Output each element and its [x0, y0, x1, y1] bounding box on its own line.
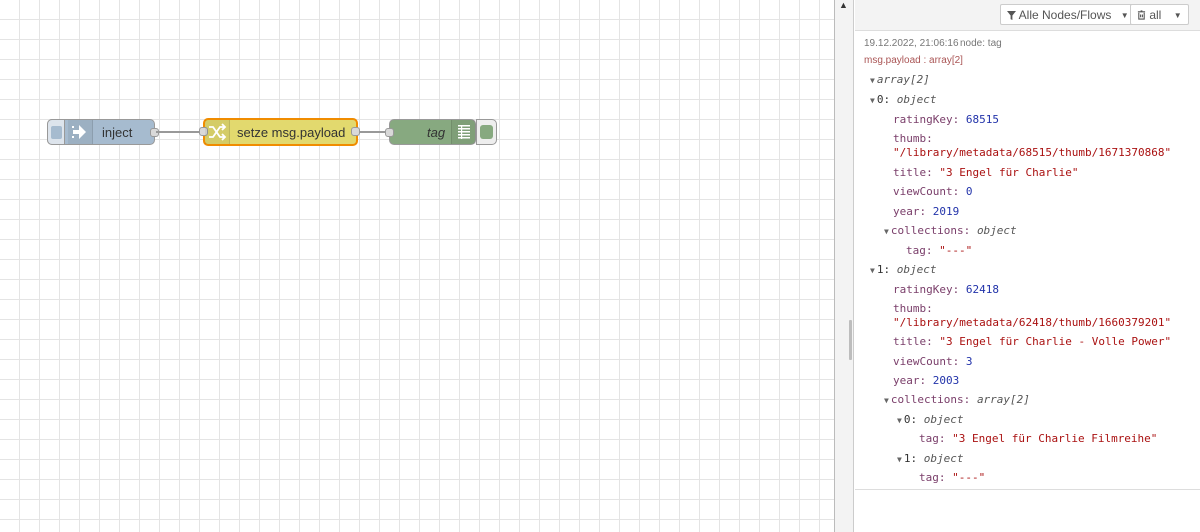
caret-down-icon[interactable]: ▼ [870, 76, 875, 85]
wire-inject-change [156, 131, 202, 133]
debug-input-port[interactable] [385, 128, 394, 137]
prop-key: tag: [919, 432, 946, 445]
prop-thumb: thumb: [893, 302, 933, 316]
inject-node-label: inject [102, 125, 133, 140]
prop-tag: tag: "3 Engel für Charlie Filmreihe" [919, 432, 1157, 446]
prop-collections[interactable]: ▼ collections: object [884, 224, 1017, 239]
prop-value: 62418 [965, 283, 999, 296]
list-lines-icon [451, 120, 476, 144]
filter-label: Alle Nodes/Flows [1018, 8, 1112, 22]
prop-key: ratingKey: [893, 113, 960, 126]
prop-value: 68515 [965, 113, 999, 126]
prop-key: title: [893, 335, 933, 348]
prop-type: object [976, 224, 1017, 237]
prop-title: title: "3 Engel für Charlie" [893, 166, 1078, 180]
prop-year: year: 2019 [893, 205, 959, 219]
prop-tag: tag: "---" [906, 244, 972, 258]
prop-key: collections: [890, 393, 971, 406]
prop-value: "/library/metadata/62418/thumb/166037920… [893, 316, 1172, 329]
message-node-name[interactable]: node: tag [960, 38, 1002, 49]
prop-title: title: "3 Engel für Charlie - Volle Powe… [893, 335, 1171, 349]
prop-thumb: thumb: [893, 132, 933, 146]
prop-key: tag: [919, 471, 946, 484]
prop-key: thumb: [893, 302, 933, 315]
prop-thumb-value: "/library/metadata/62418/thumb/166037920… [893, 316, 1171, 330]
item-index: 1: [903, 452, 918, 465]
prop-year: year: 2003 [893, 374, 959, 388]
prop-value: 0 [965, 185, 973, 198]
change-node-label: setze msg.payload [237, 125, 346, 140]
trash-icon [1137, 8, 1149, 22]
caret-down-icon[interactable]: ▼ [897, 455, 902, 464]
prop-type: array[2] [976, 393, 1030, 406]
prop-key: thumb: [893, 132, 933, 145]
debug-node-label: tag [427, 125, 446, 140]
clear-label: all [1149, 8, 1162, 22]
debug-message: 19.12.2022, 21:06:16 node: tag msg.paylo… [855, 31, 1200, 490]
sidebar-splitter-handle[interactable] [849, 320, 852, 360]
inject-arrow-icon [68, 120, 93, 144]
prop-key: year: [893, 374, 927, 387]
item-index: 0: [903, 413, 918, 426]
caret-down-icon[interactable]: ▼ [884, 396, 889, 405]
tree-collection-item-0[interactable]: ▼ 0: object [897, 413, 963, 428]
prop-value: "---" [952, 471, 986, 484]
tree-collection-item-1[interactable]: ▼ 1: object [897, 452, 963, 467]
prop-value: 2003 [932, 374, 960, 387]
prop-collections[interactable]: ▼ collections: array[2] [884, 393, 1030, 408]
debug-node[interactable]: tag [385, 119, 476, 145]
item-type: object [923, 413, 964, 426]
caret-down-icon[interactable]: ▼ [1174, 11, 1182, 20]
filter-dropdown-button[interactable]: Alle Nodes/Flows ▼ [1000, 4, 1136, 25]
prop-value: "3 Engel für Charlie" [939, 166, 1079, 179]
message-topic: msg.payload : array[2] [864, 55, 963, 66]
workspace-scrollbar[interactable]: ▲ [835, 0, 854, 532]
item-type: object [896, 263, 937, 276]
prop-key: title: [893, 166, 933, 179]
filter-icon [1007, 8, 1019, 22]
caret-down-icon[interactable]: ▼ [870, 266, 875, 275]
prop-key: tag: [906, 244, 933, 257]
inject-trigger-button[interactable] [47, 119, 65, 145]
root-type: array[2] [876, 73, 930, 86]
prop-key: collections: [890, 224, 971, 237]
caret-down-icon[interactable]: ▼ [897, 416, 902, 425]
prop-key: ratingKey: [893, 283, 960, 296]
item-index: 0: [876, 93, 891, 106]
item-type: object [896, 93, 937, 106]
prop-key: viewCount: [893, 185, 960, 198]
prop-value: 3 [965, 355, 973, 368]
caret-down-icon[interactable]: ▼ [884, 227, 889, 236]
prop-value: "/library/metadata/68515/thumb/167137086… [893, 146, 1172, 159]
prop-viewcount: viewCount: 0 [893, 185, 972, 199]
clear-all-button[interactable]: all ▼ [1130, 4, 1189, 25]
prop-thumb-value: "/library/metadata/68515/thumb/167137086… [893, 146, 1171, 160]
prop-ratingkey: ratingKey: 62418 [893, 283, 999, 297]
item-type: object [923, 452, 964, 465]
prop-ratingkey: ratingKey: 68515 [893, 113, 999, 127]
shuffle-icon [205, 120, 230, 144]
tree-item-1[interactable]: ▼ 1: object [870, 263, 936, 278]
message-timestamp: 19.12.2022, 21:06:16 [864, 38, 959, 49]
prop-viewcount: viewCount: 3 [893, 355, 972, 369]
tree-root[interactable]: ▼ array[2] [870, 73, 930, 88]
caret-down-icon[interactable]: ▼ [870, 96, 875, 105]
item-index: 1: [876, 263, 891, 276]
prop-key: viewCount: [893, 355, 960, 368]
flow-workspace[interactable]: inject setze msg.payload tag [0, 0, 835, 532]
prop-value: "---" [939, 244, 973, 257]
scroll-up-arrow-icon[interactable]: ▲ [839, 0, 848, 10]
inject-node[interactable]: inject [47, 119, 159, 145]
caret-down-icon: ▼ [1120, 11, 1129, 20]
prop-value: "3 Engel für Charlie - Volle Power" [939, 335, 1172, 348]
debug-sidebar: Alle Nodes/Flows ▼ all ▼ 19.12.2022, 21:… [855, 0, 1200, 532]
prop-value: "3 Engel für Charlie Filmreihe" [952, 432, 1158, 445]
prop-tag: tag: "---" [919, 471, 985, 485]
debug-toolbar: Alle Nodes/Flows ▼ all ▼ [855, 0, 1200, 31]
change-node[interactable]: setze msg.payload [199, 118, 360, 146]
prop-value: 2019 [932, 205, 960, 218]
prop-key: year: [893, 205, 927, 218]
tree-item-0[interactable]: ▼ 0: object [870, 93, 936, 108]
debug-toggle-button[interactable] [476, 119, 497, 145]
